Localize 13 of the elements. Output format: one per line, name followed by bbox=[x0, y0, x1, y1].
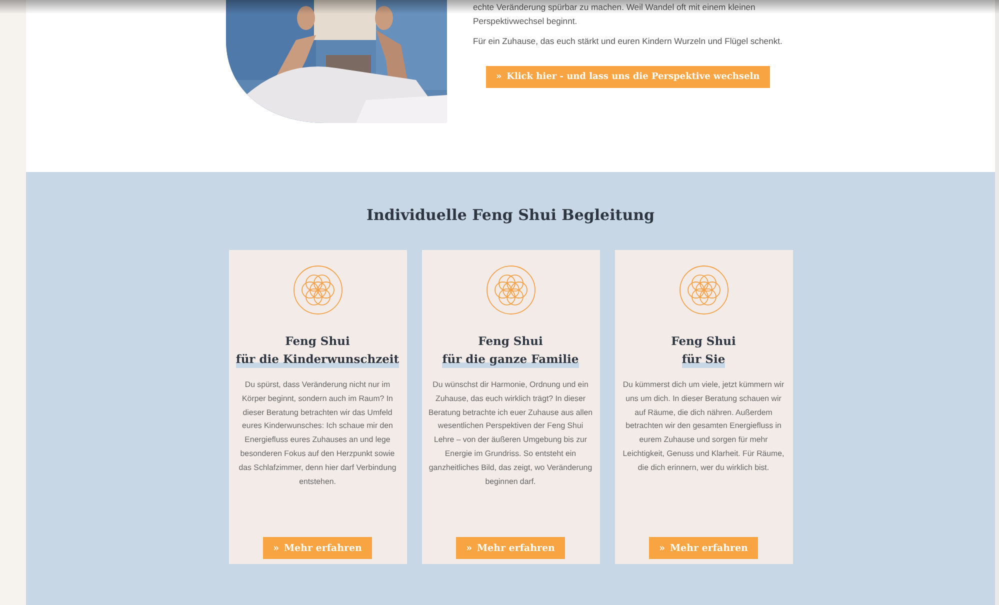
more-button[interactable]: » Mehr erfahren bbox=[649, 537, 758, 559]
flower-of-life-icon bbox=[292, 264, 344, 316]
intro-paragraph: echte Veränderung spürbar zu machen. Weil Wandel oft mit einem kleinen Perspektivwechsel beginnt. bbox=[473, 1, 756, 28]
section-heading: Individuelle Feng Shui Begleitung bbox=[366, 206, 655, 224]
card-title: Feng Shui für die ganze Familie bbox=[442, 333, 579, 368]
card-title: Feng Shui für die Kinderwunschzeit bbox=[236, 333, 400, 368]
perspective-button[interactable]: » Klick hier - und lass uns die Perspektive wechseln bbox=[486, 66, 770, 88]
intro-paragraph: Für ein Zuhause, das euch stärkt und euren Kindern Wurzeln und Flügel schenkt. bbox=[473, 35, 782, 48]
flower-of-life-icon bbox=[678, 264, 730, 316]
flower-of-life-icon bbox=[484, 264, 536, 316]
card-title: Feng Shui für Sie bbox=[671, 333, 736, 368]
more-button[interactable]: » Mehr erfahren bbox=[456, 537, 565, 559]
more-button[interactable]: » Mehr erfahren bbox=[263, 537, 372, 559]
